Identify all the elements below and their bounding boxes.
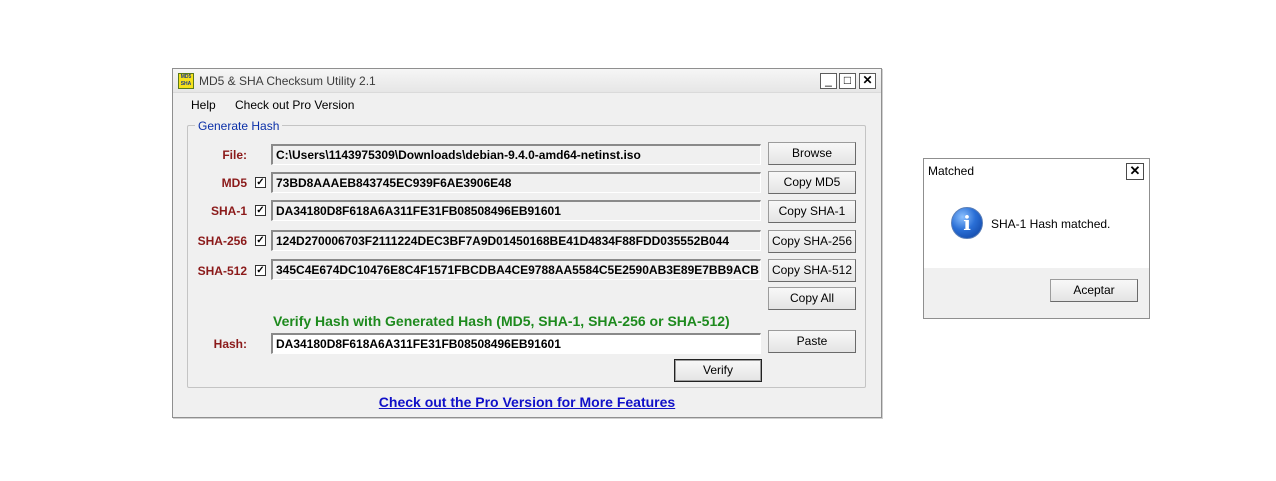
app-icon: MD5 SHA — [178, 73, 194, 89]
browse-button[interactable]: Browse — [768, 142, 856, 165]
md5-checkbox[interactable]: ✓ — [255, 177, 266, 188]
sha512-checkbox[interactable]: ✓ — [255, 265, 266, 276]
copy-sha1-button[interactable]: Copy SHA-1 — [768, 200, 856, 223]
sha1-checkbox[interactable]: ✓ — [255, 205, 266, 216]
verify-section-title: Verify Hash with Generated Hash (MD5, SH… — [273, 313, 730, 329]
sha1-label: SHA-1 — [210, 204, 247, 218]
menu-bar: Help Check out Pro Version — [173, 94, 881, 116]
pro-version-link[interactable]: Check out the Pro Version for More Featu… — [173, 394, 881, 410]
copy-sha256-button[interactable]: Copy SHA-256 — [768, 230, 856, 253]
info-icon: i — [951, 207, 983, 239]
menu-check-out-pro[interactable]: Check out Pro Version — [235, 98, 354, 112]
sha512-field[interactable]: 345C4E674DC10476E8C4F1571FBCDBA4CE9788AA… — [271, 259, 761, 280]
file-path-field[interactable]: C:\Users\1143975309\Downloads\debian-9.4… — [271, 144, 761, 165]
copy-sha512-button[interactable]: Copy SHA-512 — [768, 259, 856, 282]
maximize-button[interactable]: □ — [839, 73, 856, 89]
dialog-title-bar[interactable]: Matched ✕ — [924, 159, 1149, 183]
dialog-body: i SHA-1 Hash matched. — [924, 183, 1149, 268]
title-bar[interactable]: MD5 SHA MD5 & SHA Checksum Utility 2.1 _… — [173, 69, 881, 93]
hash-label: Hash: — [213, 337, 247, 351]
sha512-label: SHA-512 — [197, 264, 247, 278]
window-title: MD5 & SHA Checksum Utility 2.1 — [199, 74, 376, 88]
copy-all-button[interactable]: Copy All — [768, 287, 856, 310]
copy-md5-button[interactable]: Copy MD5 — [768, 171, 856, 194]
dialog-message: SHA-1 Hash matched. — [991, 217, 1111, 231]
hash-input[interactable]: DA34180D8F618A6A311FE31FB08508496EB91601 — [271, 333, 761, 354]
group-title: Generate Hash — [195, 119, 283, 133]
md5-label: MD5 — [221, 176, 247, 190]
paste-button[interactable]: Paste — [768, 330, 856, 353]
matched-dialog: Matched ✕ i SHA-1 Hash matched. Aceptar — [923, 158, 1150, 319]
sha256-checkbox[interactable]: ✓ — [255, 235, 266, 246]
sha256-field[interactable]: 124D270006703F2111224DEC3BF7A9D01450168B… — [271, 230, 761, 251]
file-label: File: — [222, 148, 247, 162]
menu-help[interactable]: Help — [191, 98, 216, 112]
close-button[interactable]: ✕ — [859, 73, 876, 89]
dialog-close-button[interactable]: ✕ — [1126, 163, 1144, 180]
sha1-field[interactable]: DA34180D8F618A6A311FE31FB08508496EB91601 — [271, 200, 761, 221]
verify-button[interactable]: Verify — [674, 359, 762, 382]
main-window: MD5 SHA MD5 & SHA Checksum Utility 2.1 _… — [172, 68, 882, 418]
minimize-button[interactable]: _ — [820, 73, 837, 89]
md5-field[interactable]: 73BD8AAAEB843745EC939F6AE3906E48 — [271, 172, 761, 193]
sha256-label: SHA-256 — [197, 234, 247, 248]
dialog-title: Matched — [928, 164, 975, 178]
aceptar-button[interactable]: Aceptar — [1050, 279, 1138, 302]
